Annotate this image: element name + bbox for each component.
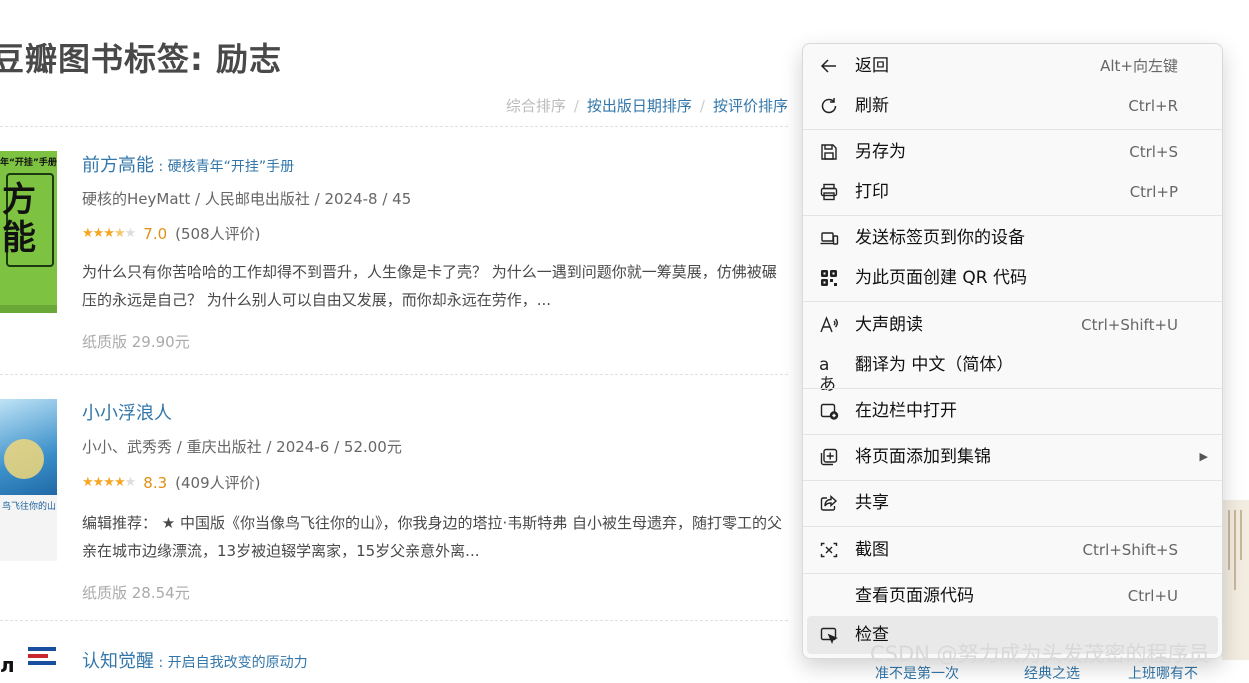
sort-separator: / — [573, 97, 579, 115]
csdn-watermark: CSDN @努力成为头发茂密的程序员 — [870, 642, 1210, 666]
menu-separator — [803, 573, 1222, 574]
menu-item-shortcut: Ctrl+S — [1129, 143, 1178, 161]
menu-item-label: 发送标签页到你的设备 — [855, 228, 1025, 248]
menu-item-view-source[interactable]: 查看页面源代码 Ctrl+U — [807, 577, 1218, 615]
book-pub-info: 小小、武秀秀 / 重庆出版社 / 2024-6 / 52.00元 — [82, 438, 402, 456]
inspect-icon — [819, 625, 841, 645]
menu-separator — [803, 526, 1222, 527]
book-title-link[interactable]: 认知觉醒 : 开启自我改变的原动力 — [82, 647, 308, 673]
book-title-link[interactable]: 小小浮浪人 — [82, 399, 172, 425]
rating-stars-icon: ★★★★★ — [82, 475, 136, 490]
book-item: л 认知觉醒 : 开启自我改变的原动力 — [0, 645, 788, 673]
rating-score: 8.3 — [143, 473, 168, 492]
sort-by-date-link[interactable]: 按出版日期排序 — [587, 97, 692, 115]
menu-item-share[interactable]: 共享 — [807, 484, 1218, 522]
sort-by-rating-link[interactable]: 按评价排序 — [713, 97, 788, 115]
menu-item-label: 大声朗读 — [855, 315, 923, 335]
sort-bar: 综合排序 / 按出版日期排序 / 按评价排序 — [0, 94, 788, 127]
menu-item-qr-code[interactable]: 为此页面创建 QR 代码 — [807, 259, 1218, 297]
read-aloud-icon — [819, 315, 841, 335]
menu-separator — [803, 129, 1222, 130]
back-arrow-icon — [819, 56, 841, 76]
menu-item-screenshot[interactable]: 截图 Ctrl+Shift+S — [807, 531, 1218, 569]
menu-item-label: 在边栏中打开 — [855, 401, 957, 421]
menu-item-open-in-sidebar[interactable]: 在边栏中打开 — [807, 392, 1218, 430]
menu-item-print[interactable]: 打印 Ctrl+P — [807, 173, 1218, 211]
save-as-icon — [819, 142, 841, 162]
send-to-device-icon — [819, 228, 841, 248]
book-title[interactable]: 小小浮浪人 — [82, 403, 172, 424]
book-cover[interactable]: 年“开挂”手册 方 能 — [0, 151, 57, 313]
menu-item-label: 打印 — [855, 182, 889, 202]
menu-item-back[interactable]: 返回 Alt+向左键 — [807, 47, 1218, 85]
menu-item-label: 返回 — [855, 56, 889, 76]
book-title[interactable]: 前方高能 — [82, 155, 154, 176]
menu-separator — [803, 434, 1222, 435]
menu-item-label: 截图 — [855, 540, 889, 560]
menu-item-label: 另存为 — [855, 142, 906, 162]
divider — [0, 374, 788, 375]
partial-book-cover[interactable] — [1222, 500, 1249, 660]
book-price[interactable]: 纸质版 29.90元 — [82, 331, 190, 352]
menu-item-shortcut: Ctrl+R — [1128, 97, 1178, 115]
menu-item-add-to-collections[interactable]: 将页面添加到集锦 ▶ — [807, 438, 1218, 476]
submenu-arrow-icon: ▶ — [1199, 450, 1208, 463]
cover-top-text: 鸟飞往你的山 — [2, 502, 57, 512]
book-title-link[interactable]: 前方高能 : 硬核青年“开挂”手册 — [82, 151, 294, 177]
book-rating: ★★★★★ 7.0 (508人评价) — [82, 223, 260, 244]
book-title[interactable]: 认知觉醒 — [82, 651, 154, 672]
sort-default-current: 综合排序 — [505, 97, 566, 115]
book-description: 为什么只有你苦哈哈的工作却得不到晋升，人生像是卡了壳？ 为什么一遇到问题你就一筹… — [82, 263, 777, 309]
book-rating: ★★★★★ 8.3 (409人评价) — [82, 472, 260, 493]
screenshot-icon — [819, 540, 841, 560]
menu-item-label: 共享 — [855, 493, 889, 513]
book-price[interactable]: 纸质版 28.54元 — [82, 582, 190, 603]
menu-separator — [803, 480, 1222, 481]
book-description: 编辑推荐： ★ 中国版《你当像鸟飞往你的山》，你我身边的塔拉·韦斯特弗 自小被生… — [82, 514, 783, 560]
menu-item-label: 将页面添加到集锦 — [855, 447, 991, 467]
book-subtitle[interactable]: : 硬核青年“开挂”手册 — [154, 159, 294, 175]
rating-stars-icon: ★★★★★ — [82, 226, 136, 241]
page-title: 豆瓣图书标签: 励志 — [0, 40, 282, 78]
book-cover[interactable]: 鸟飞往你的山 — [0, 399, 57, 561]
menu-item-save-as[interactable]: 另存为 Ctrl+S — [807, 133, 1218, 171]
refresh-icon — [819, 96, 841, 116]
translate-icon: aあ — [819, 355, 836, 395]
print-icon — [819, 182, 841, 202]
menu-item-label: 刷新 — [855, 96, 889, 116]
cover-main-text: 方 能 — [2, 180, 36, 258]
menu-item-label: 查看页面源代码 — [855, 586, 974, 606]
menu-item-translate[interactable]: aあ 翻译为 中文（简体） — [807, 346, 1218, 395]
add-to-collections-icon — [819, 447, 841, 467]
menu-item-shortcut: Ctrl+P — [1129, 183, 1178, 201]
share-icon — [819, 493, 841, 513]
menu-item-read-aloud[interactable]: 大声朗读 Ctrl+Shift+U — [807, 306, 1218, 344]
cover-top-text: 年“开挂”手册 — [0, 158, 57, 168]
open-in-sidebar-icon — [819, 401, 841, 421]
qr-code-icon — [819, 268, 841, 288]
menu-item-send-tab[interactable]: 发送标签页到你的设备 — [807, 219, 1218, 257]
menu-item-shortcut: Ctrl+U — [1127, 587, 1178, 605]
menu-item-label: 为此页面创建 QR 代码 — [855, 268, 1028, 288]
sort-separator: / — [699, 97, 705, 115]
menu-item-refresh[interactable]: 刷新 Ctrl+R — [807, 87, 1218, 125]
book-subtitle[interactable]: : 开启自我改变的原动力 — [154, 655, 307, 671]
menu-separator — [803, 388, 1222, 389]
book-cover[interactable]: л — [0, 645, 57, 673]
book-pub-info: 硬核的HeyMatt / 人民邮电出版社 / 2024-8 / 45 — [82, 190, 412, 208]
menu-item-shortcut: Ctrl+Shift+S — [1082, 541, 1178, 559]
book-item: 年“开挂”手册 方 能 前方高能 : 硬核青年“开挂”手册 硬核的HeyMatt… — [0, 151, 788, 361]
menu-separator — [803, 215, 1222, 216]
browser-context-menu: 返回 Alt+向左键 刷新 Ctrl+R 另存为 Ctrl+S 打印 Ctrl+… — [802, 43, 1223, 659]
rating-votes: (409人评价) — [175, 474, 261, 492]
menu-item-shortcut: Ctrl+Shift+U — [1081, 316, 1178, 334]
menu-item-label: 翻译为 中文（简体） — [855, 355, 1014, 375]
menu-item-shortcut: Alt+向左键 — [1100, 57, 1178, 75]
menu-separator — [803, 301, 1222, 302]
rating-votes: (508人评价) — [175, 225, 261, 243]
book-item: 鸟飞往你的山 小小浮浪人 小小、武秀秀 / 重庆出版社 / 2024-6 / 5… — [0, 399, 788, 609]
divider — [0, 620, 788, 621]
rating-score: 7.0 — [143, 224, 168, 243]
